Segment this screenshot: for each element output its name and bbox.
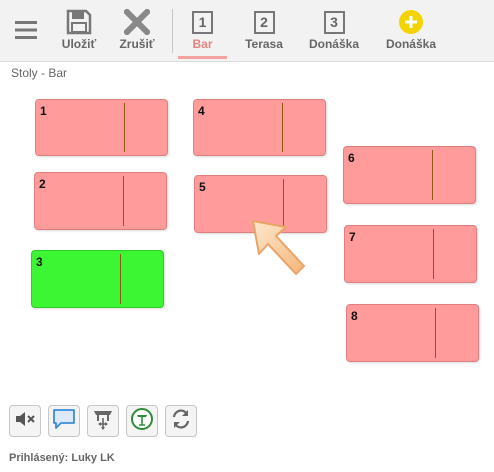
save-button[interactable]: Uložiť: [55, 0, 103, 61]
floppy-disk-icon: [55, 8, 103, 36]
toolbar: Uložiť Zrušiť 1 Bar 2 Terasa 3 Donáška D…: [0, 0, 494, 62]
tab-bar-label: Bar: [192, 37, 213, 51]
table-number: 4: [198, 104, 205, 118]
table-divider: [124, 103, 125, 152]
table-number: 3: [36, 255, 43, 269]
mute-sound-button[interactable]: [9, 405, 41, 437]
add-delivery-button[interactable]: Donáška: [381, 0, 441, 61]
table-number: 8: [351, 309, 358, 323]
table-divider: [433, 229, 434, 279]
messages-button[interactable]: [48, 405, 80, 437]
tab-donaska[interactable]: 3 Donáška: [305, 0, 363, 61]
tab-number-1-icon: 1: [175, 8, 230, 36]
table-info-button[interactable]: [126, 405, 158, 437]
table-number: 5: [199, 180, 206, 194]
refresh-button[interactable]: [165, 405, 197, 437]
table-2[interactable]: 2: [34, 172, 167, 230]
tab-number-2-icon: 2: [238, 8, 290, 36]
table-6[interactable]: 6: [343, 146, 476, 204]
cancel-button[interactable]: Zrušiť: [114, 0, 160, 61]
cancel-label: Zrušiť: [119, 37, 155, 51]
table-4[interactable]: 4: [193, 99, 326, 156]
plus-circle-icon: [381, 8, 441, 36]
pointer-arrow-icon: [246, 214, 316, 284]
table-divider: [435, 308, 436, 358]
page-title: Stoly - Bar: [11, 66, 68, 80]
add-delivery-label: Donáška: [385, 37, 437, 51]
table-8[interactable]: 8: [346, 304, 479, 362]
tab-terasa[interactable]: 2 Terasa: [238, 0, 290, 61]
table-number: 7: [349, 230, 356, 244]
hamburger-menu-icon: [8, 16, 44, 44]
refresh-icon: [170, 408, 192, 435]
x-cross-icon: [114, 8, 160, 36]
table-divider: [432, 150, 433, 200]
move-table-button[interactable]: [87, 405, 119, 437]
logged-in-user: Prihlásený: Luky LK: [9, 452, 115, 464]
tab-terasa-label: Terasa: [245, 37, 283, 51]
table-1[interactable]: 1: [35, 99, 168, 156]
table-3[interactable]: 3: [31, 250, 164, 308]
toolbar-separator: [172, 9, 173, 53]
menu-button[interactable]: [8, 0, 44, 61]
table-number: 6: [348, 151, 355, 165]
table-number: 1: [40, 104, 47, 118]
table-info-icon: [130, 407, 154, 436]
save-label: Uložiť: [61, 37, 97, 51]
tab-bar[interactable]: 1 Bar: [175, 0, 230, 61]
tab-number-3-icon: 3: [305, 8, 363, 36]
tab-donaska-label: Donáška: [308, 37, 360, 51]
table-number: 2: [39, 177, 46, 191]
table-divider: [123, 176, 124, 226]
table-divider: [282, 103, 283, 152]
table-7[interactable]: 7: [344, 225, 477, 283]
active-tab-indicator: [178, 56, 227, 59]
table-move-icon: [91, 407, 115, 436]
speaker-mute-icon: [14, 409, 36, 434]
table-divider: [120, 254, 121, 304]
speech-bubble-icon: [52, 408, 76, 435]
